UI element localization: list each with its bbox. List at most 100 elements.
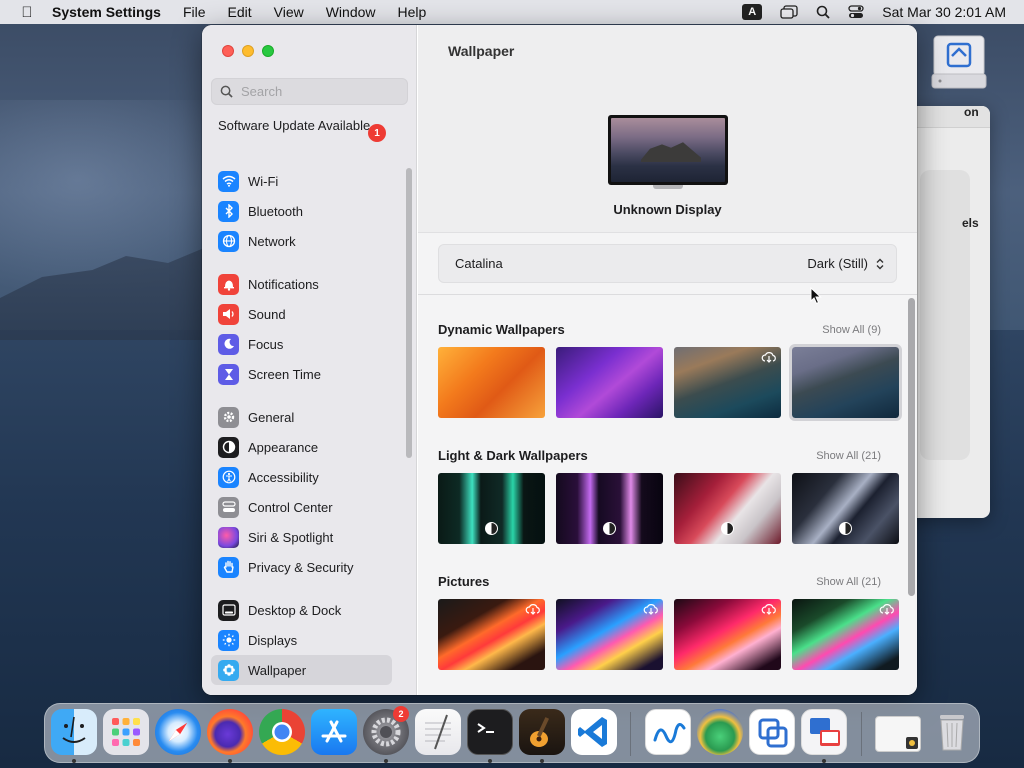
dock-textedit-icon[interactable] xyxy=(415,709,461,755)
sidebar-item-label: Screen Time xyxy=(248,366,321,382)
dock-freeform-icon[interactable] xyxy=(645,709,691,755)
hand-icon xyxy=(218,556,239,578)
sidebar-item-label: Accessibility xyxy=(248,469,319,485)
close-button[interactable] xyxy=(222,45,234,57)
dock-downloads-stack-icon[interactable] xyxy=(875,716,921,752)
menu-window[interactable]: Window xyxy=(326,4,376,20)
sidebar-item-notifications[interactable]: Notifications xyxy=(211,269,392,299)
sidebar-item-privacy-security[interactable]: Privacy & Security xyxy=(211,552,392,582)
dock: 2 xyxy=(44,703,980,763)
menu-app-name[interactable]: System Settings xyxy=(52,4,161,20)
cloud-download-icon xyxy=(879,603,895,615)
wallpaper-thumb-picture-pink[interactable] xyxy=(674,599,781,670)
sidebar-item-label: Siri & Spotlight xyxy=(248,529,334,545)
desktop-disk-icon[interactable] xyxy=(930,34,988,92)
wallpaper-thumb-monterey-red[interactable] xyxy=(674,473,781,544)
menu-file[interactable]: File xyxy=(183,4,206,20)
dock-screen-sharing-icon[interactable] xyxy=(801,709,847,755)
sidebar-item-control-center[interactable]: Control Center xyxy=(211,492,392,522)
dock-icon xyxy=(218,599,239,621)
menu-clock[interactable]: Sat Mar 30 2:01 AM xyxy=(882,4,1006,20)
monitor-screen xyxy=(608,115,728,185)
sidebar-item-displays[interactable]: Displays xyxy=(211,625,392,655)
search-field[interactable] xyxy=(211,78,408,105)
sidebar-item-screen-time[interactable]: Screen Time xyxy=(211,359,392,389)
sidebar-item-focus[interactable]: Focus xyxy=(211,329,392,359)
wallpaper-selector-row: Catalina Dark (Still) xyxy=(438,244,897,283)
sidebar-item-wallpaper[interactable]: Wallpaper xyxy=(211,655,392,685)
software-update-item[interactable]: Software Update Available xyxy=(218,118,388,134)
spotlight-search-icon[interactable] xyxy=(816,5,830,19)
dock-running-indicator xyxy=(488,759,492,763)
sidebar-item-bluetooth[interactable]: Bluetooth xyxy=(211,196,392,226)
show-all-pictures-button[interactable]: Show All (21) xyxy=(816,576,881,588)
apple-menu-icon[interactable]:  xyxy=(16,4,38,21)
search-icon xyxy=(220,85,233,98)
show-all-light-dark-button[interactable]: Show All (21) xyxy=(816,450,881,462)
dock-separator xyxy=(861,712,862,756)
control-center-icon xyxy=(218,496,239,518)
sidebar-item-accessibility[interactable]: Accessibility xyxy=(211,462,392,492)
wallpaper-icon xyxy=(218,659,239,681)
wallpaper-thumb-macbook-purple[interactable] xyxy=(556,473,663,544)
sidebar-item-appearance[interactable]: Appearance xyxy=(211,432,392,462)
sidebar-item-network[interactable]: Network xyxy=(211,226,392,256)
background-window-text-fragment: els xyxy=(962,216,979,230)
sidebar-scrollbar[interactable] xyxy=(406,168,412,458)
popup-chevrons-icon[interactable] xyxy=(876,258,884,270)
minimize-button[interactable] xyxy=(242,45,254,57)
wallpaper-thumb-picture-rainbow[interactable] xyxy=(556,599,663,670)
dock-trash-icon[interactable] xyxy=(929,709,975,755)
sidebar-item-label: Bluetooth xyxy=(248,203,303,219)
wallpaper-thumb-catalina-selected[interactable] xyxy=(789,344,902,421)
monitor-stand xyxy=(653,185,683,189)
wallpaper-thumb-macbook-green[interactable] xyxy=(438,473,545,544)
search-input[interactable] xyxy=(241,84,391,99)
menu-edit[interactable]: Edit xyxy=(228,4,252,20)
bluetooth-icon xyxy=(218,200,239,222)
sidebar-item-wifi[interactable]: Wi-Fi xyxy=(211,166,392,196)
wallpaper-thumb-catalina-island[interactable] xyxy=(674,347,781,418)
dock-finder-icon[interactable] xyxy=(51,709,97,755)
dock-preview-icon[interactable] xyxy=(697,709,743,755)
dock-launchpad-icon[interactable] xyxy=(103,709,149,755)
sidebar-item-desktop-dock[interactable]: Desktop & Dock xyxy=(211,595,392,625)
wallpaper-thumb-ventura[interactable] xyxy=(556,347,663,418)
sun-icon xyxy=(218,629,239,651)
window-switcher-icon[interactable] xyxy=(780,5,798,19)
input-source-icon[interactable]: A xyxy=(742,4,763,20)
sidebar-item-label: Notifications xyxy=(248,276,319,292)
menu-view[interactable]: View xyxy=(274,4,304,20)
dock-firefox-icon[interactable] xyxy=(207,709,253,755)
dock-terminal-icon[interactable] xyxy=(467,709,513,755)
wallpaper-mode-popup[interactable]: Dark (Still) xyxy=(807,256,868,271)
wallpaper-thumb-picture-orange[interactable] xyxy=(438,599,545,670)
zoom-button[interactable] xyxy=(262,45,274,57)
menu-help[interactable]: Help xyxy=(398,4,427,20)
display-preview-area: Wallpaper Unknown Display xyxy=(418,25,917,233)
wallpaper-pane: Wallpaper Unknown Display Catalina Dark … xyxy=(418,25,917,695)
wallpaper-thumb-picture-green[interactable] xyxy=(792,599,899,670)
sidebar-item-siri-spotlight[interactable]: Siri & Spotlight xyxy=(211,522,392,552)
divider xyxy=(418,294,917,295)
wallpaper-thumb-monterey-graphite[interactable] xyxy=(792,473,899,544)
dock-separator xyxy=(630,712,631,756)
dock-vscode-icon[interactable] xyxy=(571,709,617,755)
dock-chrome-icon[interactable] xyxy=(259,709,305,755)
system-settings-window: Software Update Available 1 Wi-Fi Blueto… xyxy=(202,25,917,695)
page-title: Wallpaper xyxy=(448,43,515,59)
content-scrollbar[interactable] xyxy=(908,298,915,596)
wallpaper-thumb-sonoma[interactable] xyxy=(438,347,545,418)
sidebar-item-sound[interactable]: Sound xyxy=(211,299,392,329)
sidebar-item-general[interactable]: General xyxy=(211,402,392,432)
dock-app-store-icon[interactable] xyxy=(311,709,357,755)
current-wallpaper-preview xyxy=(611,118,725,182)
dock-migration-assistant-icon[interactable] xyxy=(749,709,795,755)
dock-safari-icon[interactable] xyxy=(155,709,201,755)
dock-running-indicator xyxy=(822,759,826,763)
light-dark-icon xyxy=(485,522,498,535)
sidebar: Software Update Available 1 Wi-Fi Blueto… xyxy=(202,25,417,695)
control-center-menu-icon[interactable] xyxy=(848,5,864,19)
dock-garageband-icon[interactable] xyxy=(519,709,565,755)
show-all-dynamic-button[interactable]: Show All (9) xyxy=(822,324,881,336)
